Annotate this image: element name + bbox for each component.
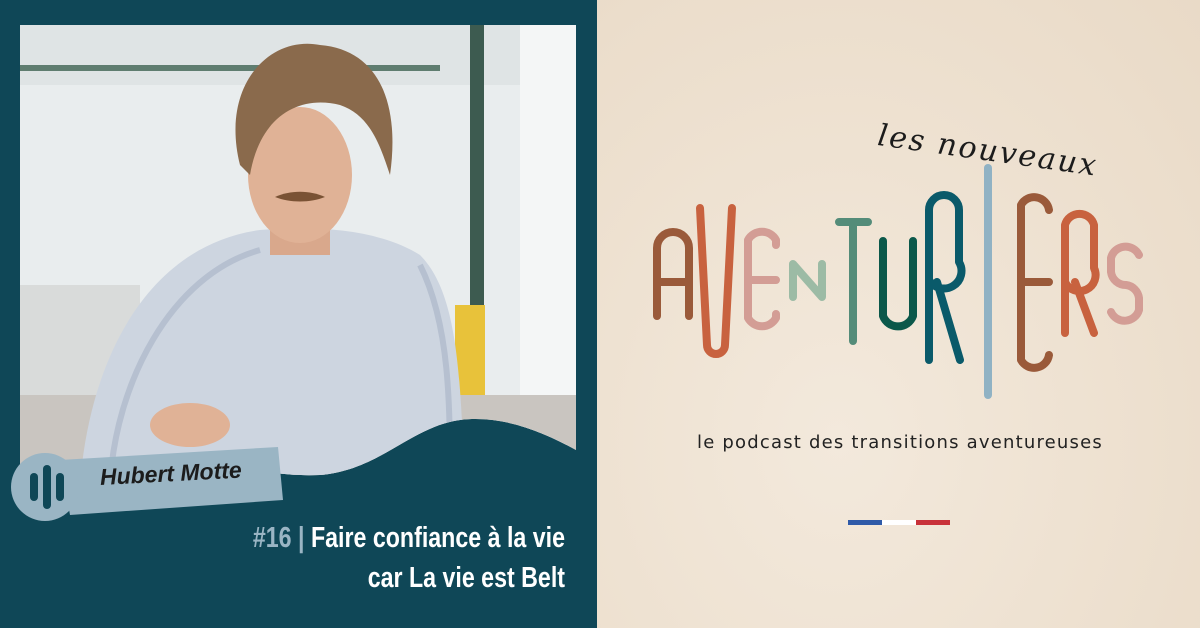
aventuriers-logo [653,164,1143,399]
podcast-tagline: le podcast des transitions aventureuses [697,432,1103,453]
